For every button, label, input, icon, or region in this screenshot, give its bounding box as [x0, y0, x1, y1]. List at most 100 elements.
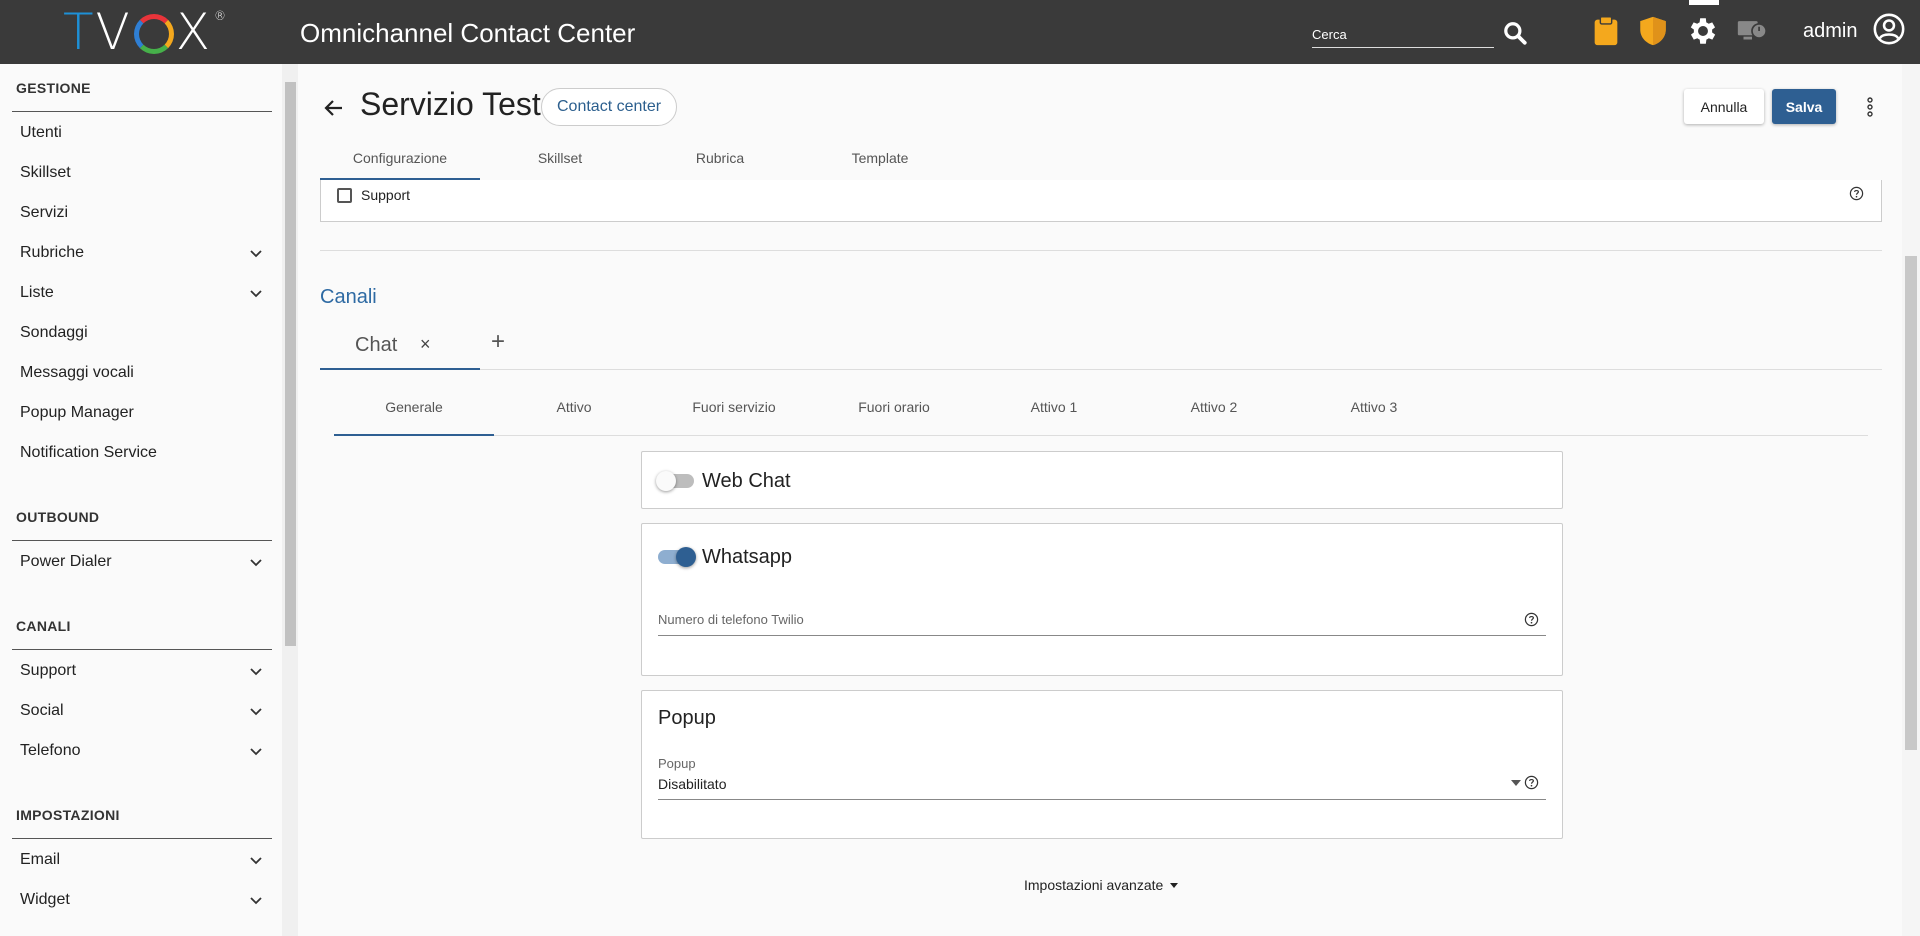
- dropdown-arrow-icon[interactable]: [1511, 780, 1521, 786]
- sidebar-item-label: Support: [20, 662, 77, 679]
- add-channel-button[interactable]: +: [491, 328, 505, 356]
- channel-tab-label: Chat: [355, 334, 398, 356]
- sidebar-item-skillset[interactable]: Skillset: [20, 155, 264, 191]
- top-bar: TVX® Omnichannel Contact Center admin: [0, 0, 1920, 64]
- field-underline: [658, 635, 1546, 636]
- channel-sub-tabs: Generale Attivo Fuori servizio Fuori ora…: [334, 382, 1868, 436]
- field-underline: [658, 799, 1546, 800]
- sidebar-item-label: Popup Manager: [20, 404, 134, 421]
- chevron-down-icon: [250, 897, 262, 905]
- tab-attivo[interactable]: Attivo: [494, 382, 654, 436]
- sidebar-divider: [12, 111, 272, 112]
- sidebar-item-notification-service[interactable]: Notification Service: [20, 435, 264, 471]
- tab-attivo-1[interactable]: Attivo 1: [974, 382, 1134, 436]
- tvox-logo: T V X ®: [63, 3, 229, 61]
- whatsapp-toggle[interactable]: [658, 547, 696, 567]
- section-divider: [320, 250, 1882, 251]
- sidebar-section-title: OUTBOUND: [16, 509, 100, 525]
- sidebar-item-label: Telefono: [20, 742, 81, 759]
- sidebar-item-power-dialer[interactable]: Power Dialer: [20, 544, 264, 580]
- twilio-phone-field[interactable]: Numero di telefono Twilio: [658, 612, 804, 627]
- sidebar-item-email[interactable]: Email: [20, 842, 264, 878]
- support-checkbox-label: Support: [361, 187, 411, 203]
- sidebar-item-widget[interactable]: Widget: [20, 882, 264, 918]
- tab-skillset[interactable]: Skillset: [480, 144, 640, 180]
- tab-fuori-orario[interactable]: Fuori orario: [814, 382, 974, 436]
- webchat-title: Web Chat: [702, 470, 791, 492]
- sidebar-item-messaggi-vocali[interactable]: Messaggi vocali: [20, 355, 264, 391]
- tab-template[interactable]: Template: [800, 144, 960, 180]
- help-icon[interactable]: [1524, 775, 1539, 790]
- channels-title: Canali: [320, 286, 377, 308]
- page-scrollbar-thumb[interactable]: [1905, 256, 1917, 750]
- search-input[interactable]: [1312, 22, 1494, 46]
- help-icon[interactable]: [1849, 186, 1864, 201]
- more-vert-icon[interactable]: [1858, 95, 1882, 119]
- sidebar-item-popup-manager[interactable]: Popup Manager: [20, 395, 264, 431]
- tab-attivo-2[interactable]: Attivo 2: [1134, 382, 1294, 436]
- shield-icon[interactable]: [1636, 14, 1670, 48]
- sidebar-item-social[interactable]: Social: [20, 693, 264, 729]
- sidebar-item-label: Widget: [20, 891, 70, 908]
- sidebar-item-label: Liste: [20, 284, 54, 301]
- support-checkbox[interactable]: [337, 188, 352, 203]
- sidebar-section-title: CANALI: [16, 618, 71, 634]
- sidebar-scrollbar-thumb[interactable]: [285, 82, 296, 646]
- sidebar-item-label: Rubriche: [20, 244, 85, 261]
- toggle-knob: [656, 471, 676, 491]
- search-icon[interactable]: [1502, 20, 1528, 46]
- sidebar-section-title: IMPOSTAZIONI: [16, 807, 120, 823]
- sidebar-item-label: Power Dialer: [20, 553, 112, 570]
- sidebar-item-telefono[interactable]: Telefono: [20, 733, 264, 769]
- cancel-button[interactable]: Annulla: [1684, 89, 1764, 124]
- help-icon[interactable]: [1524, 612, 1539, 627]
- sidebar-item-support[interactable]: Support: [20, 653, 264, 689]
- gear-icon[interactable]: [1686, 14, 1720, 48]
- chevron-down-icon: [250, 559, 262, 567]
- page-title: Servizio Test: [360, 86, 541, 122]
- active-indicator: [1689, 0, 1719, 5]
- tab-rubrica[interactable]: Rubrica: [640, 144, 800, 180]
- sidebar-item-label: Servizi: [20, 204, 69, 221]
- webchat-card: Web Chat: [641, 451, 1563, 509]
- back-arrow-icon[interactable]: [322, 96, 346, 120]
- sidebar-section-title: GESTIONE: [16, 80, 91, 96]
- sidebar-item-label: Sondaggi: [20, 324, 88, 341]
- sidebar-item-rubriche[interactable]: Rubriche: [20, 235, 264, 271]
- sidebar-item-label: Utenti: [20, 124, 62, 141]
- whatsapp-card: Whatsapp Numero di telefono Twilio: [641, 523, 1563, 676]
- sidebar-item-sondaggi[interactable]: Sondaggi: [20, 315, 264, 351]
- tab-generale[interactable]: Generale: [334, 382, 494, 436]
- sidebar-item-label: Notification Service: [20, 444, 157, 461]
- tab-attivo-3[interactable]: Attivo 3: [1294, 382, 1454, 436]
- popup-select[interactable]: Disabilitato: [658, 776, 726, 792]
- sidebar-item-liste[interactable]: Liste: [20, 275, 264, 311]
- popup-field-label: Popup: [658, 756, 696, 771]
- sidebar-item-servizi[interactable]: Servizi: [20, 195, 264, 231]
- channel-tab-chat[interactable]: Chat ×: [320, 320, 480, 370]
- monitor-timer-icon[interactable]: [1735, 14, 1769, 48]
- app-title: Omnichannel Contact Center: [300, 18, 636, 48]
- sidebar-item-label: Email: [20, 851, 61, 868]
- sidebar: GESTIONE Utenti Skillset Servizi Rubrich…: [0, 64, 282, 936]
- advanced-settings-label: Impostazioni avanzate: [1024, 877, 1164, 893]
- webchat-toggle[interactable]: [656, 471, 694, 491]
- service-type-chip[interactable]: Contact center: [541, 88, 678, 126]
- user-name[interactable]: admin: [1803, 20, 1857, 43]
- chevron-down-icon: [250, 708, 262, 716]
- chevron-down-icon: [250, 748, 262, 756]
- account-circle-icon[interactable]: [1872, 12, 1906, 46]
- advanced-settings-toggle[interactable]: Impostazioni avanzate: [1024, 877, 1179, 893]
- search-field[interactable]: [1312, 22, 1494, 48]
- support-checkbox-row: Support: [320, 180, 1882, 222]
- tab-configurazione[interactable]: Configurazione: [320, 144, 480, 180]
- save-button[interactable]: Salva: [1772, 89, 1836, 124]
- tab-fuori-servizio[interactable]: Fuori servizio: [654, 382, 814, 436]
- sidebar-divider: [12, 838, 272, 839]
- main-content: Servizio Test Contact center Annulla Sal…: [298, 64, 1902, 936]
- sidebar-item-label: Messaggi vocali: [20, 364, 134, 381]
- clipboard-icon[interactable]: [1589, 14, 1623, 48]
- sidebar-item-utenti[interactable]: Utenti: [20, 115, 264, 151]
- sidebar-divider: [12, 649, 272, 650]
- close-icon[interactable]: ×: [420, 334, 431, 355]
